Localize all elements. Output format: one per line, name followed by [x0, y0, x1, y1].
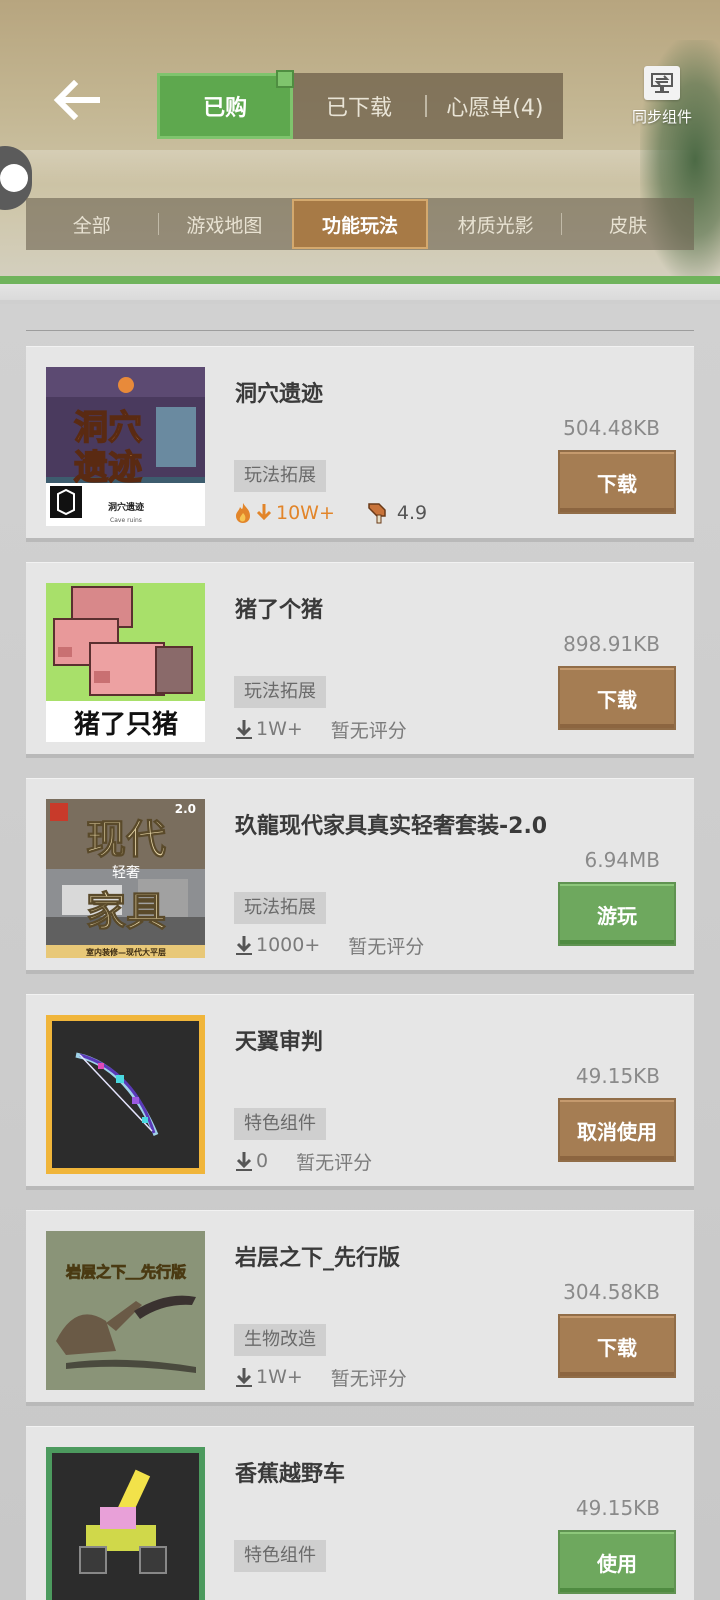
list-divider	[26, 330, 694, 331]
item-size: 504.48KB	[563, 416, 660, 440]
sync-components-button[interactable]: 同步组件	[622, 66, 702, 136]
category-skins[interactable]: 皮肤	[562, 198, 694, 250]
item-thumbnail: 岩层之下＿先行版	[46, 1231, 205, 1390]
svg-text:室内装修—现代大平层: 室内装修—现代大平层	[86, 947, 166, 957]
header-bottom-strip	[0, 284, 720, 300]
svg-text:轻奢: 轻奢	[112, 865, 140, 881]
top-tab-bar: 已购 已下载 心愿单(4)	[157, 70, 563, 139]
item-rating: 暂无评分	[330, 1367, 407, 1390]
handle-dot	[0, 164, 28, 192]
download-count: 1W+	[256, 718, 303, 740]
download-count: 1000+	[256, 934, 321, 956]
list-item[interactable]: 2.0 现代 轻奢 家具 室内装修—现代大平层 玖龍现代家具真实轻奢套装-2.0…	[26, 778, 694, 974]
item-title: 玖龍现代家具真实轻奢套装-2.0	[235, 814, 548, 839]
item-tag: 特色组件	[234, 1108, 326, 1140]
download-button[interactable]: 下载	[558, 450, 676, 514]
svg-text:洞穴: 洞穴	[74, 408, 142, 448]
tab-downloaded[interactable]: 已下载	[293, 73, 424, 139]
category-gameplay[interactable]: 功能玩法	[292, 199, 428, 249]
hot-fire-icon	[236, 503, 250, 523]
item-title: 香蕉越野车	[235, 1462, 346, 1487]
item-thumbnail	[46, 1015, 205, 1174]
item-stats: 1W+ 暂无评分	[234, 1362, 407, 1392]
download-icon	[256, 504, 272, 521]
item-tag: 特色组件	[234, 1540, 326, 1572]
list-item[interactable]: 岩层之下＿先行版 岩层之下_先行版 304.58KB 生物改造 1W+ 暂无评分…	[26, 1210, 694, 1406]
item-thumbnail: 洞穴 遗迹 洞穴遗迹 Cave ruins	[46, 367, 205, 526]
item-stats: 10W+ 4.9	[234, 498, 427, 528]
list-item[interactable]: 洞穴 遗迹 洞穴遗迹 Cave ruins 洞穴遗迹 504.48KB 玩法拓展…	[26, 346, 694, 542]
svg-text:2.0: 2.0	[175, 802, 196, 816]
list-item[interactable]: 猪了只猪 猪了个猪 898.91KB 玩法拓展 1W+ 暂无评分 下载	[26, 562, 694, 758]
svg-text:洞穴遗迹: 洞穴遗迹	[108, 501, 144, 513]
item-stats: 0 暂无评分	[234, 1146, 372, 1176]
sync-label: 同步组件	[631, 108, 692, 126]
item-title: 洞穴遗迹	[235, 382, 324, 407]
item-size: 898.91KB	[563, 632, 660, 656]
download-icon	[236, 1368, 252, 1387]
svg-text:猪了只猪: 猪了只猪	[74, 710, 178, 740]
header-blur-band	[0, 150, 720, 184]
category-all[interactable]: 全部	[26, 198, 158, 250]
item-title: 猪了个猪	[235, 598, 324, 623]
item-stats: 1W+ 暂无评分	[234, 714, 407, 744]
svg-text:遗迹: 遗迹	[74, 448, 142, 488]
item-tag: 玩法拓展	[234, 892, 326, 924]
list-item[interactable]: 香蕉越野车 49.15KB 特色组件 使用	[26, 1426, 694, 1600]
item-thumbnail: 2.0 现代 轻奢 家具 室内装修—现代大平层	[46, 799, 205, 958]
download-icon	[236, 720, 252, 739]
item-title: 岩层之下_先行版	[235, 1246, 401, 1271]
svg-text:现代: 现代	[86, 816, 166, 863]
item-size: 6.94MB	[584, 848, 660, 872]
download-button[interactable]: 下载	[558, 666, 676, 730]
download-count: 1W+	[256, 1366, 303, 1388]
item-tag: 玩法拓展	[234, 676, 326, 708]
item-thumbnail	[46, 1447, 205, 1600]
item-tag: 玩法拓展	[234, 460, 326, 492]
download-count: 0	[256, 1150, 269, 1172]
item-rating: 暂无评分	[330, 719, 407, 742]
item-rating: 暂无评分	[348, 935, 425, 958]
download-count: 10W+	[276, 502, 335, 524]
tab-wishlist[interactable]: 心愿单(4)	[427, 73, 563, 139]
category-maps[interactable]: 游戏地图	[159, 198, 291, 250]
cancel-use-button[interactable]: 取消使用	[558, 1098, 676, 1162]
svg-text:Cave ruins: Cave ruins	[110, 517, 142, 524]
item-size: 304.58KB	[563, 1280, 660, 1304]
back-button[interactable]	[48, 72, 108, 128]
item-rating: 4.9	[396, 502, 428, 524]
sync-icon	[644, 66, 680, 100]
item-stats: 1000+ 暂无评分	[234, 930, 424, 960]
download-icon	[236, 936, 252, 955]
item-title: 天翼审判	[235, 1030, 324, 1055]
item-thumbnail: 猪了只猪	[46, 583, 205, 742]
list-item[interactable]: 天翼审判 49.15KB 特色组件 0 暂无评分 取消使用	[26, 994, 694, 1190]
download-icon	[236, 1152, 252, 1171]
item-size: 49.15KB	[575, 1496, 660, 1520]
header: 已购 已下载 心愿单(4) 同步组件 全部 游戏地图 功能玩法 材质光影 皮肤	[0, 0, 720, 300]
tab-purchased[interactable]: 已购	[157, 70, 295, 139]
download-button[interactable]: 下载	[558, 1314, 676, 1378]
back-arrow-icon	[53, 80, 100, 120]
svg-text:家具: 家具	[86, 888, 166, 935]
svg-text:岩层之下＿先行版: 岩层之下＿先行版	[65, 1263, 186, 1281]
item-size: 49.15KB	[575, 1064, 660, 1088]
drumstick-rating-icon	[368, 503, 386, 524]
item-list[interactable]: 洞穴 遗迹 洞穴遗迹 Cave ruins 洞穴遗迹 504.48KB 玩法拓展…	[0, 304, 720, 1600]
category-tab-bar: 全部 游戏地图 功能玩法 材质光影 皮肤	[26, 198, 694, 250]
play-button[interactable]: 游玩	[558, 882, 676, 946]
header-green-strip	[0, 276, 720, 284]
item-tag: 生物改造	[234, 1324, 326, 1356]
item-rating: 暂无评分	[296, 1151, 373, 1174]
category-textures[interactable]: 材质光影	[430, 198, 562, 250]
use-button[interactable]: 使用	[558, 1530, 676, 1594]
